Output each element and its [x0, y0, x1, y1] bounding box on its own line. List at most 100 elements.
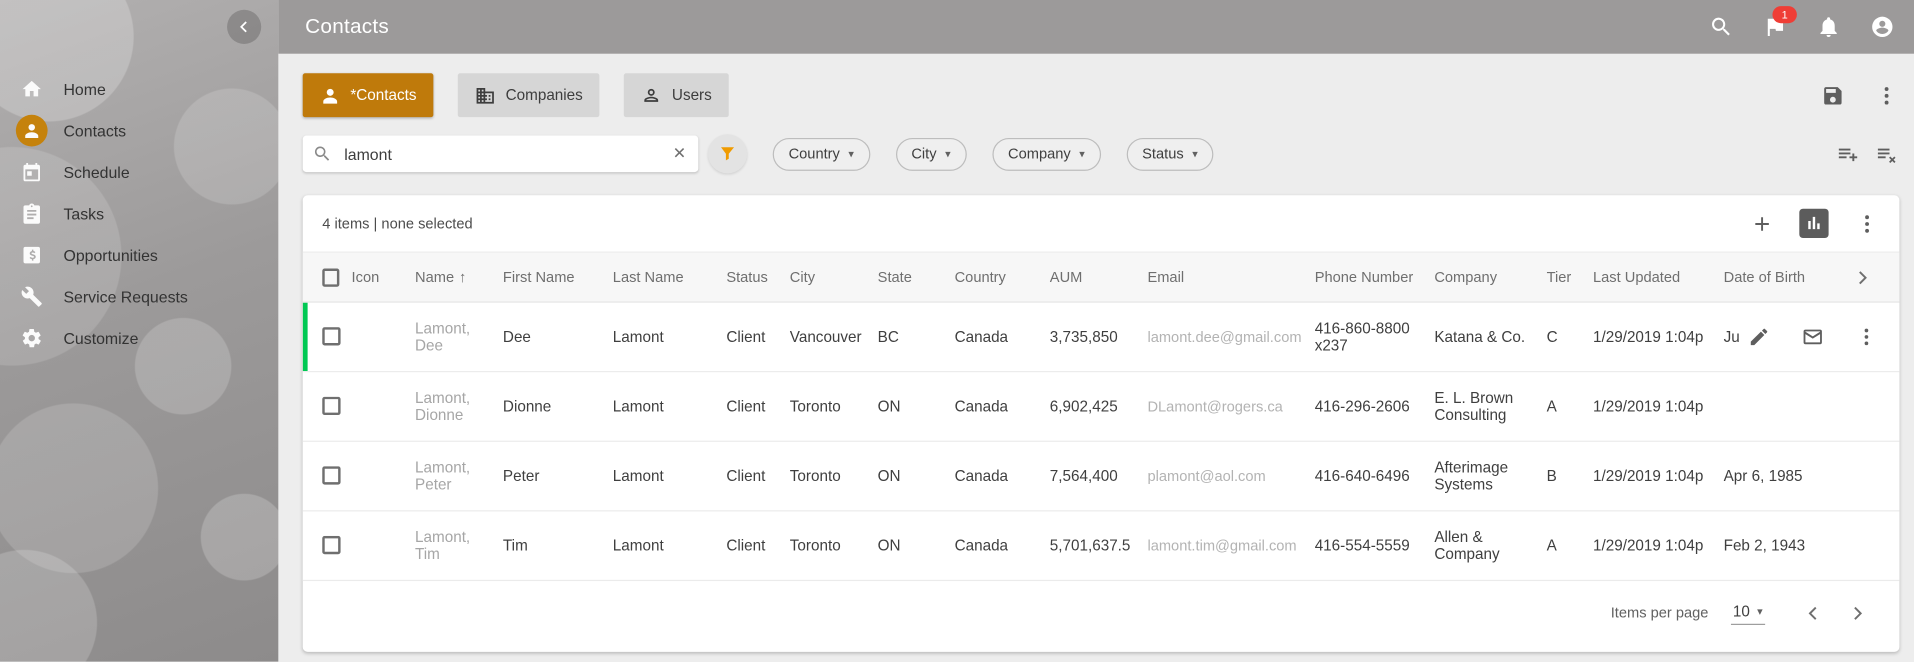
column-header-status[interactable]: Status	[726, 269, 789, 286]
cell-phone: 416-860-8800 x237	[1315, 320, 1435, 354]
column-header-city[interactable]: City	[790, 269, 878, 286]
cell-first-name: Peter	[503, 468, 613, 485]
column-header-company[interactable]: Company	[1434, 269, 1546, 286]
scroll-columns-right-button[interactable]	[1848, 264, 1875, 291]
cell-state: ON	[878, 398, 955, 415]
column-header-last-updated[interactable]: Last Updated	[1593, 269, 1724, 286]
column-header-email[interactable]: Email	[1147, 269, 1314, 286]
table-row[interactable]: Lamont, Dee Dee Lamont Client Vancouver …	[303, 303, 1900, 373]
alerts-button[interactable]: 1	[1760, 12, 1789, 41]
select-all-checkbox[interactable]	[322, 268, 339, 286]
tab-users[interactable]: Users	[624, 73, 729, 117]
alerts-badge: 1	[1772, 6, 1796, 23]
previous-page-button[interactable]	[1799, 599, 1826, 626]
grid-menu-button[interactable]	[1853, 210, 1880, 237]
sidebar-item-customize[interactable]: Customize	[0, 317, 278, 359]
cell-last-name: Lamont	[613, 537, 727, 554]
edit-row-button[interactable]	[1746, 323, 1773, 350]
cell-email: DLamont@rogers.ca	[1147, 398, 1314, 415]
add-record-button[interactable]	[1748, 210, 1775, 237]
sidebar-item-label: Customize	[63, 329, 138, 347]
filter-chips: Country ▾ City ▾ Company ▾ Status ▾	[773, 137, 1214, 170]
clear-search-button[interactable]: ✕	[670, 144, 688, 164]
column-header-first-name[interactable]: First Name	[503, 269, 613, 286]
next-page-button[interactable]	[1843, 599, 1870, 626]
chip-label: Country	[789, 145, 840, 162]
cell-company: Allen & Company	[1434, 529, 1546, 563]
envelope-icon	[1802, 326, 1824, 348]
cell-state: BC	[878, 328, 955, 345]
sidebar-item-home[interactable]: Home	[0, 68, 278, 110]
cell-city: Toronto	[790, 468, 878, 485]
column-header-tier[interactable]: Tier	[1547, 269, 1593, 286]
playlist-add-icon	[1835, 142, 1858, 165]
cell-country: Canada	[955, 537, 1050, 554]
cell-email: lamont.dee@gmail.com	[1147, 328, 1314, 345]
sidebar-item-service-requests[interactable]: Service Requests	[0, 276, 278, 318]
row-checkbox[interactable]	[322, 466, 340, 484]
column-header-country[interactable]: Country	[955, 269, 1050, 286]
column-header-dob[interactable]: Date of Birth	[1724, 269, 1846, 286]
column-header-aum[interactable]: AUM	[1050, 269, 1148, 286]
save-view-button[interactable]	[1819, 82, 1846, 109]
column-header-name[interactable]: Name↑	[415, 269, 503, 286]
tab-companies[interactable]: Companies	[458, 73, 600, 117]
view-menu-button[interactable]	[1873, 82, 1900, 109]
cell-phone: 416-640-6496	[1315, 468, 1435, 485]
filter-chip-status[interactable]: Status ▾	[1126, 137, 1213, 170]
gear-icon	[16, 322, 48, 354]
cell-aum: 6,902,425	[1050, 398, 1148, 415]
row-checkbox[interactable]	[322, 327, 340, 345]
chevron-down-icon: ▾	[848, 147, 854, 160]
cell-last-name: Lamont	[613, 468, 727, 485]
grid-toolbar: 4 items | none selected	[303, 195, 1900, 251]
chevron-down-icon: ▾	[1192, 147, 1198, 160]
email-row-button[interactable]	[1799, 323, 1826, 350]
sidebar-item-tasks[interactable]: Tasks	[0, 193, 278, 235]
tasks-icon	[16, 198, 48, 230]
table-row[interactable]: Lamont, Tim Tim Lamont Client Toronto ON…	[303, 511, 1900, 581]
cell-city: Toronto	[790, 537, 878, 554]
cell-last-name: Lamont	[613, 398, 727, 415]
column-header-phone[interactable]: Phone Number	[1315, 269, 1435, 286]
sidebar-collapse-button[interactable]	[227, 10, 261, 44]
chart-view-button[interactable]	[1799, 209, 1828, 238]
search-button[interactable]	[1707, 12, 1736, 41]
clear-filter-list-button[interactable]	[1873, 140, 1900, 167]
row-checkbox[interactable]	[322, 397, 340, 415]
cell-status: Client	[726, 468, 789, 485]
search-input[interactable]	[342, 143, 661, 164]
cell-phone: 416-554-5559	[1315, 537, 1435, 554]
column-header-icon[interactable]: Icon	[352, 269, 415, 286]
cell-status: Client	[726, 328, 789, 345]
column-header-last-name[interactable]: Last Name	[613, 269, 727, 286]
row-checkbox[interactable]	[322, 536, 340, 554]
column-header-state[interactable]: State	[878, 269, 955, 286]
add-filter-list-button[interactable]	[1833, 140, 1860, 167]
grid-header-row: Icon Name↑ First Name Last Name Status C…	[303, 251, 1900, 302]
sidebar-item-contacts[interactable]: Contacts	[0, 110, 278, 152]
table-row[interactable]: Lamont, Peter Peter Lamont Client Toront…	[303, 442, 1900, 512]
notifications-button[interactable]	[1814, 12, 1843, 41]
main-content: *Contacts Companies Users	[278, 54, 1914, 662]
sidebar-item-opportunities[interactable]: Opportunities	[0, 234, 278, 276]
pagination-bar: Items per page 10 ▾	[303, 581, 1900, 644]
sidebar-item-label: Schedule	[63, 163, 129, 181]
row-menu-button[interactable]	[1853, 323, 1880, 350]
tab-label: *Contacts	[350, 87, 416, 104]
filter-chip-country[interactable]: Country ▾	[773, 137, 870, 170]
account-button[interactable]	[1868, 12, 1897, 41]
chip-label: Company	[1008, 145, 1071, 162]
filter-chip-company[interactable]: Company ▾	[992, 137, 1101, 170]
items-per-page-value: 10	[1733, 603, 1750, 620]
tab-contacts[interactable]: *Contacts	[303, 73, 434, 117]
person-icon	[320, 85, 341, 106]
save-icon	[1821, 84, 1844, 107]
sidebar-item-schedule[interactable]: Schedule	[0, 151, 278, 193]
items-per-page-select[interactable]: 10 ▾	[1730, 601, 1765, 625]
cell-last-updated: 1/29/2019 1:04p	[1593, 328, 1724, 345]
table-row[interactable]: Lamont, Dionne Dionne Lamont Client Toro…	[303, 372, 1900, 442]
filter-chip-city[interactable]: City ▾	[895, 137, 966, 170]
filter-toggle-button[interactable]	[708, 134, 747, 173]
cell-name: Lamont, Dee	[415, 320, 503, 354]
